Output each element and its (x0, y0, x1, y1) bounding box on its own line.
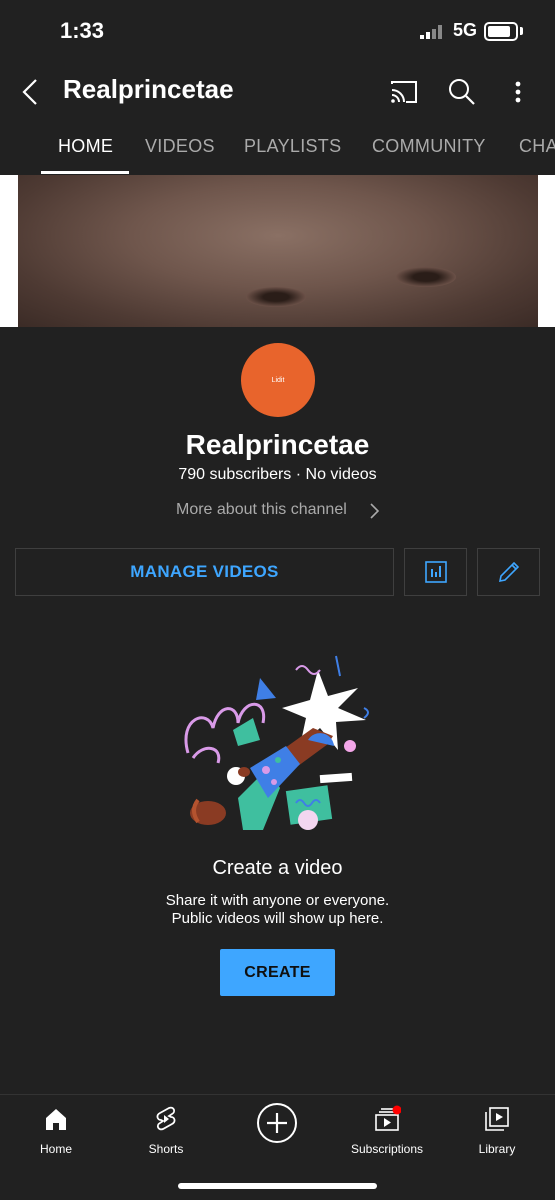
nav-shorts[interactable]: Shorts (111, 1105, 221, 1156)
nav-home[interactable]: Home (1, 1105, 111, 1156)
create-video-illustration (184, 655, 369, 830)
avatar-text: Lidit (271, 376, 285, 384)
edit-channel-button[interactable] (477, 548, 540, 596)
tab-home[interactable]: HOME (58, 136, 113, 157)
nav-subscriptions-label: Subscriptions (350, 1142, 424, 1156)
pencil-icon (498, 561, 519, 583)
tab-playlists[interactable]: PLAYLISTS (244, 136, 341, 157)
empty-state-line-1: Share it with anyone or everyone. (165, 892, 390, 909)
channel-stats: 790 subscribers · No videos (178, 466, 377, 483)
nav-subscriptions[interactable]: Subscriptions (332, 1105, 442, 1156)
battery-icon (484, 22, 518, 41)
empty-state-title: Create a video (212, 857, 343, 879)
nav-shorts-label: Shorts (148, 1142, 184, 1156)
banner-eye-left (246, 287, 306, 307)
cast-icon[interactable] (388, 76, 420, 108)
nav-library-label: Library (478, 1142, 516, 1156)
analytics-button[interactable] (404, 548, 467, 596)
empty-state-description: Share it with anyone or everyone. Public… (0, 892, 555, 928)
tab-videos[interactable]: VIDEOS (145, 136, 215, 157)
library-icon (485, 1107, 509, 1131)
home-indicator (178, 1183, 377, 1189)
tab-channels[interactable]: CHA (519, 136, 555, 157)
subscriptions-icon (375, 1105, 401, 1131)
channel-title: Realprincetae (63, 74, 234, 104)
chevron-right-icon[interactable] (367, 502, 381, 520)
manage-videos-button[interactable]: MANAGE VIDEOS (15, 548, 394, 596)
channel-tabs: HOME VIDEOS PLAYLISTS COMMUNITY CHA (0, 120, 555, 174)
network-label: 5G (453, 20, 478, 40)
search-icon[interactable] (446, 76, 478, 108)
create-plus-icon (257, 1103, 297, 1143)
nav-library[interactable]: Library (442, 1105, 552, 1156)
nav-home-label: Home (39, 1142, 72, 1156)
active-tab-indicator (41, 171, 129, 174)
status-bar: 1:33 5G (0, 0, 555, 64)
nav-create[interactable] (222, 1101, 332, 1145)
banner-eye-right (396, 267, 456, 287)
create-button[interactable]: CREATE (220, 949, 335, 996)
banner-photo (18, 175, 538, 327)
app-bar: Realprincetae (0, 64, 555, 120)
home-icon (46, 1109, 66, 1130)
empty-state-line-2: Public videos will show up here. (171, 910, 384, 927)
analytics-icon (424, 561, 447, 583)
tab-community[interactable]: COMMUNITY (372, 136, 486, 157)
channel-banner (0, 175, 555, 327)
avatar[interactable]: Lidit (241, 343, 315, 417)
signal-icon (420, 25, 442, 39)
status-time: 1:33 (60, 18, 105, 43)
channel-name: Realprincetae (185, 429, 370, 460)
more-about-link[interactable]: More about this channel (176, 501, 347, 519)
back-arrow-icon[interactable] (16, 76, 48, 108)
battery-tip (520, 27, 523, 35)
shorts-icon (156, 1106, 176, 1131)
more-vert-icon[interactable] (504, 76, 532, 108)
